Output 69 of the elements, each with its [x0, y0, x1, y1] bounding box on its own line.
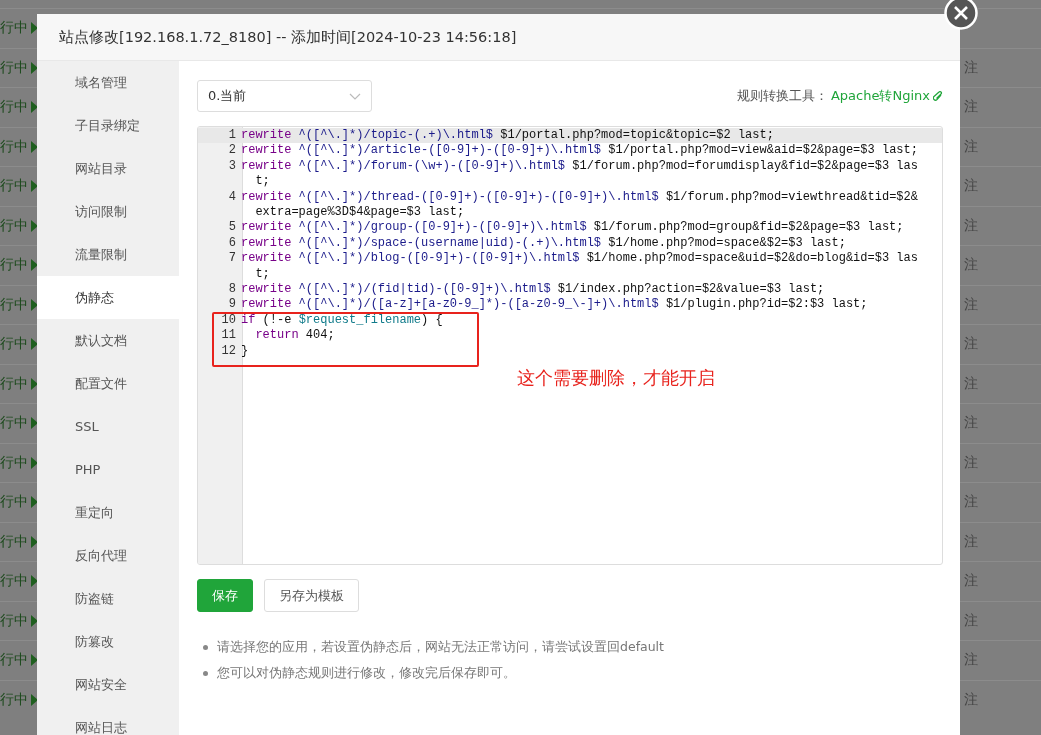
status-text: 行中: [0, 532, 28, 551]
status-text: 行中: [0, 98, 28, 117]
sidebar-item[interactable]: 子目录绑定: [37, 104, 179, 147]
sidebar-item[interactable]: 流量限制: [37, 233, 179, 276]
code-line: rewrite ^([^\.]*)/article-([0-9]+)-([0-9]+)\.html$ $1/portal.php?mod=view&aid=$2&page=$3 last;: [241, 143, 919, 159]
code-line: rewrite ^([^\.]*)/group-([0-9]+)-([0-9]+)\.html$ $1/forum.php?mod=group&fid=$2&page=$3 last;: [241, 220, 905, 236]
sidebar-item[interactable]: 防篡改: [37, 620, 179, 663]
line-number: 8: [227, 282, 237, 298]
template-select[interactable]: 0.当前: [197, 80, 372, 112]
status-text: 行中: [0, 414, 28, 433]
status-text: 行中: [0, 177, 28, 196]
code-line: rewrite ^([^\.]*)/space-(username|uid)-(.+)\.html$ $1/home.php?mod=space&$2=$3 last;: [241, 235, 847, 252]
code-line: rewrite ^([^\.]*)/topic-(.+)\.html$ $1/portal.php?mod=topic&topic=$2 last;: [241, 128, 775, 144]
line-number: 11: [220, 328, 237, 344]
line-number: 4: [227, 189, 237, 206]
annotation-text: 这个需要删除，才能开启: [517, 366, 715, 390]
status-text: 行中: [0, 611, 28, 630]
code-line: rewrite ^([^\.]*)/forum-(\w+)-([0-9]+)\.html$ $1/forum.php?mod=forumdisplay&fid=$2&page=$3 last;: [241, 158, 919, 190]
dialog-title: 站点修改[192.168.1.72_8180] -- 添加时间[2024-10-23 14:56:18]: [59, 27, 517, 47]
status-text: 行中: [0, 453, 28, 472]
sidebar-item[interactable]: 网站日志: [37, 706, 179, 735]
status-text: 行中: [0, 493, 28, 512]
sidebar-item[interactable]: 网站安全: [37, 663, 179, 706]
paperclip-icon: [933, 90, 943, 102]
sidebar-item[interactable]: SSL: [37, 405, 179, 448]
help-text: 您可以对伪静态规则进行修改，修改完后保存即可。: [217, 664, 516, 682]
sidebar-item[interactable]: 域名管理: [37, 61, 179, 104]
sidebar-item[interactable]: 访问限制: [37, 190, 179, 233]
code-line: rewrite ^([^\.]*)/thread-([0-9]+)-([0-9]+)-([0-9]+)\.html$ $1/forum.php?mod=viewthread&tid=$2&extra=page%3D$4&page=$3 last;: [241, 189, 919, 221]
status-text: 行中: [0, 651, 28, 670]
save-as-template-button[interactable]: 另存为模板: [264, 579, 359, 612]
sidebar-item[interactable]: 伪静态: [37, 276, 179, 319]
line-number: 10: [220, 312, 237, 329]
line-number: 1: [227, 128, 237, 144]
status-text: 行中: [0, 58, 28, 77]
sidebar-item[interactable]: 反向代理: [37, 534, 179, 577]
line-number: 12: [220, 343, 237, 360]
line-number: 6: [227, 235, 237, 252]
code-editor[interactable]: [197, 126, 943, 565]
help-text: 请选择您的应用，若设置伪静态后，网站无法正常访问，请尝试设置回default: [217, 638, 664, 656]
code-line: }: [241, 343, 250, 360]
status-text: 行中: [0, 572, 28, 591]
status-text: 行中: [0, 19, 28, 38]
status-text: 行中: [0, 216, 28, 235]
converter-label: 规则转换工具：: [736, 87, 828, 105]
code-line: if (!-e $request_filename) {: [241, 312, 444, 329]
status-text: 行中: [0, 690, 28, 709]
sidebar-item[interactable]: 重定向: [37, 491, 179, 534]
code-line: rewrite ^([^\.]*)/(fid|tid)-([0-9]+)\.html$ $1/index.php?action=$2&value=$3 last;: [241, 282, 826, 298]
line-number: 3: [227, 158, 237, 175]
status-text: 行中: [0, 295, 28, 314]
sidebar-item[interactable]: 网站目录: [37, 147, 179, 190]
sidebar-item[interactable]: 默认文档: [37, 319, 179, 362]
sidebar-item[interactable]: 防盗链: [37, 577, 179, 620]
line-number: 9: [227, 297, 237, 313]
chevron-down-icon: [349, 92, 361, 100]
status-text: 行中: [0, 137, 28, 156]
code-line: rewrite ^([^\.]*)/blog-([0-9]+)-([0-9]+)\.html$ $1/home.php?mod=space&uid=$2&do=blog&id=$3 last;: [241, 251, 919, 283]
line-number: 7: [227, 251, 237, 268]
status-text: 行中: [0, 335, 28, 354]
close-icon[interactable]: [944, 0, 978, 30]
line-number: 5: [227, 220, 237, 236]
sidebar-item[interactable]: PHP: [37, 448, 179, 491]
status-text: 行中: [0, 374, 28, 393]
code-line: rewrite ^([^\.]*)/([a-z]+[a-z0-9_]*)-([a-z0-9_\-]+)\.html$ $1/plugin.php?id=$2:$3 last;: [241, 297, 869, 313]
code-line: return 404;: [254, 328, 336, 344]
sidebar-item[interactable]: 配置文件: [37, 362, 179, 405]
line-number: 2: [227, 143, 237, 159]
status-text: 行中: [0, 256, 28, 275]
